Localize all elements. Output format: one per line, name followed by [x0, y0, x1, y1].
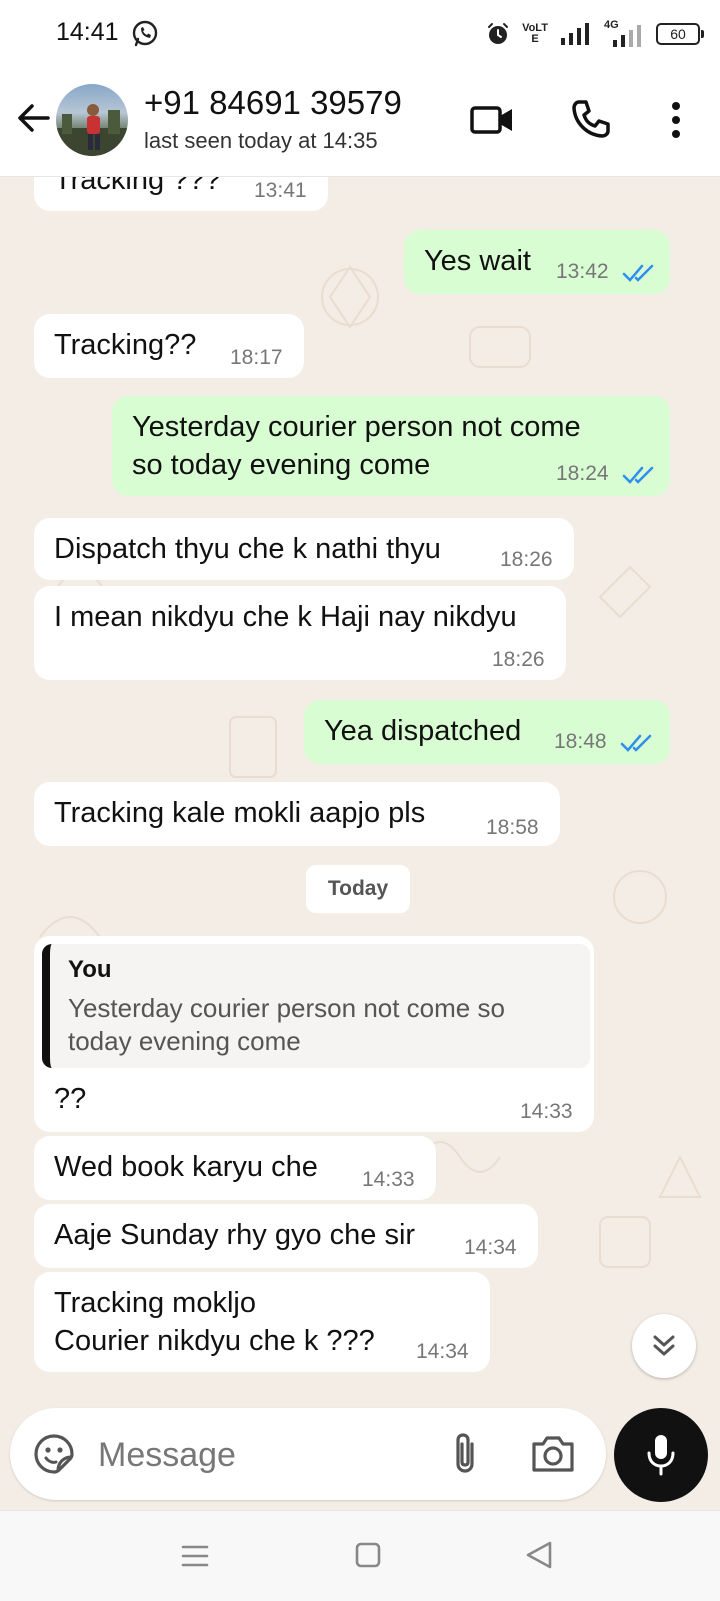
- more-vert-icon[interactable]: [664, 98, 688, 142]
- incoming-message[interactable]: Wed book karyu che 14:33: [34, 1136, 436, 1200]
- double-check-icon: [622, 264, 654, 282]
- message-text: Tracking ???: [54, 177, 221, 196]
- home-icon[interactable]: [354, 1541, 382, 1569]
- incoming-message[interactable]: Aaje Sunday rhy gyo che sir 14:34: [34, 1204, 538, 1268]
- incoming-message[interactable]: Dispatch thyu che k nathi thyu 18:26: [34, 518, 574, 580]
- last-seen-status: last seen today at 14:35: [144, 128, 378, 153]
- message-text: Aaje Sunday rhy gyo che sir: [54, 1219, 416, 1251]
- message-text: I mean nikdyu che k Haji nay nikdyu: [54, 601, 517, 633]
- battery-level: 60: [670, 26, 686, 42]
- double-check-icon: [620, 734, 652, 752]
- incoming-message[interactable]: Tracking kale mokli aapjo pls 18:58: [34, 782, 560, 846]
- message-text: Yesterday courier person not come so tod…: [132, 411, 581, 481]
- message-time: 18:26: [492, 648, 545, 671]
- double-chevron-down-icon: [653, 1335, 675, 1356]
- message-text: Wed book karyu che: [54, 1151, 318, 1183]
- incoming-message-reply[interactable]: You Yesterday courier person not come so…: [34, 936, 594, 1132]
- outgoing-message[interactable]: Yes wait 13:42: [404, 230, 670, 294]
- chat-thread[interactable]: Tracking ??? 13:41 Yes wait 13:42 Tracki…: [0, 177, 720, 1510]
- quoted-text: Yesterday courier person not come so tod…: [68, 993, 505, 1056]
- message-text: ??: [54, 1083, 87, 1115]
- message-time: 14:33: [362, 1168, 415, 1191]
- incoming-message[interactable]: Tracking ??? 13:41: [34, 177, 328, 211]
- contact-avatar[interactable]: [56, 84, 128, 156]
- message-time: 14:33: [520, 1100, 573, 1123]
- scroll-to-bottom-button[interactable]: [632, 1314, 696, 1378]
- message-text: Tracking??: [54, 329, 197, 361]
- sticker-icon[interactable]: [32, 1432, 76, 1476]
- alarm-icon: [488, 23, 508, 44]
- voice-record-button[interactable]: [614, 1408, 708, 1502]
- message-text: Tracking kale mokli aapjo pls: [54, 797, 426, 829]
- incoming-message[interactable]: Tracking mokljo Courier nikdyu che k ???…: [34, 1272, 490, 1372]
- message-time: 13:41: [254, 179, 307, 202]
- message-time: 18:58: [486, 816, 539, 839]
- message-time: 18:24: [556, 462, 609, 485]
- network-4g-signal: 4G: [602, 19, 644, 47]
- message-composer: [10, 1408, 606, 1500]
- incoming-message[interactable]: Tracking?? 18:17: [34, 314, 304, 378]
- avatar-photo: [56, 104, 128, 156]
- message-input[interactable]: [96, 1426, 430, 1484]
- message-time: 14:34: [416, 1340, 469, 1363]
- volte-indicator: VoLTE: [522, 22, 548, 45]
- system-navigation-bar: [0, 1510, 720, 1601]
- quoted-author: You: [68, 956, 112, 983]
- message-text: Tracking mokljo Courier nikdyu che k ???: [54, 1287, 375, 1357]
- message-time: 18:17: [230, 346, 283, 369]
- back-triangle-icon[interactable]: [524, 1539, 554, 1571]
- double-check-icon: [622, 466, 654, 484]
- recent-apps-icon[interactable]: [180, 1541, 210, 1571]
- paperclip-icon[interactable]: [448, 1430, 484, 1478]
- quoted-message[interactable]: You Yesterday courier person not come so…: [42, 944, 590, 1068]
- signal-icon-2: [613, 25, 641, 47]
- whatsapp-icon: [132, 20, 158, 47]
- contact-name[interactable]: +91 84691 39579: [144, 84, 402, 122]
- chat-header: +91 84691 39579 last seen today at 14:35: [0, 66, 720, 177]
- outgoing-message[interactable]: Yea dispatched 18:48: [304, 700, 670, 764]
- status-icons: VoLTE 4G 60: [486, 18, 704, 50]
- date-separator: Today: [306, 865, 410, 913]
- battery-indicator: 60: [656, 23, 704, 45]
- incoming-message[interactable]: I mean nikdyu che k Haji nay nikdyu 18:2…: [34, 586, 566, 680]
- video-call-icon[interactable]: [470, 100, 514, 140]
- camera-icon[interactable]: [530, 1432, 576, 1474]
- message-time: 13:42: [556, 260, 609, 283]
- message-text: Yes wait: [424, 245, 531, 277]
- message-time: 18:26: [500, 548, 553, 571]
- message-time: 14:34: [464, 1236, 517, 1259]
- message-text: Yea dispatched: [324, 715, 522, 747]
- status-time: 14:41: [56, 18, 119, 46]
- arrow-left-icon[interactable]: [14, 98, 54, 138]
- signal-icon: [561, 23, 589, 45]
- outgoing-message[interactable]: Yesterday courier person not come so tod…: [112, 396, 670, 496]
- message-text: Dispatch thyu che k nathi thyu: [54, 533, 441, 565]
- message-time: 18:48: [554, 730, 607, 753]
- mic-icon: [647, 1435, 675, 1476]
- phone-icon[interactable]: [570, 98, 612, 140]
- status-bar: 14:41 VoLTE 4G 60: [0, 0, 720, 66]
